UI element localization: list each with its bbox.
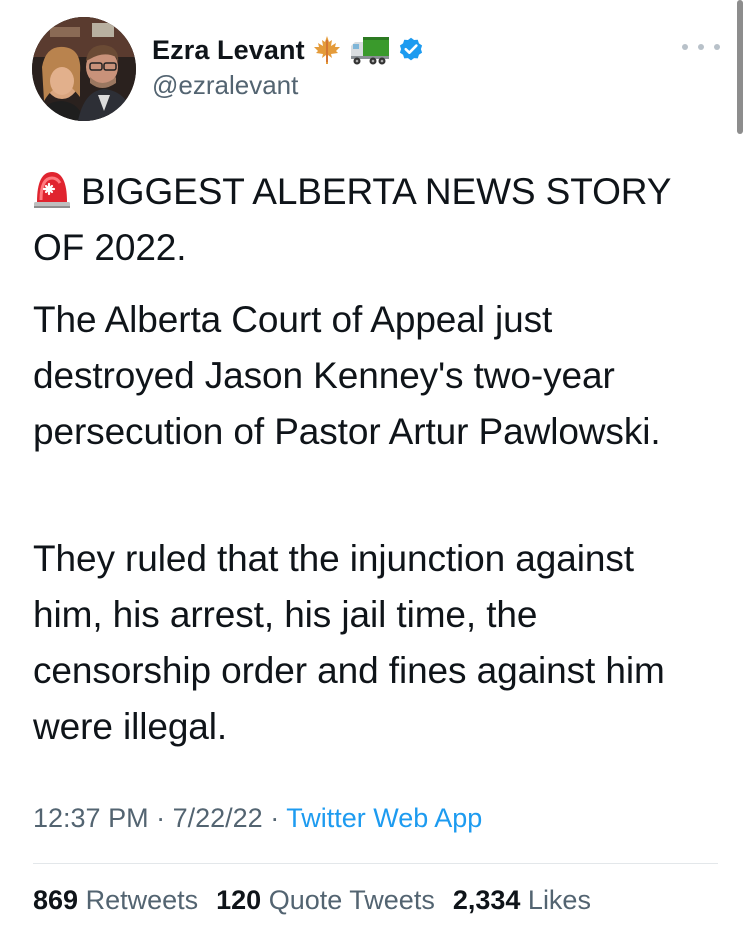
likes-label: Likes bbox=[527, 885, 591, 915]
tweet-detail: Ezra Levant @ezralevant BIGGEST ALBERTA … bbox=[0, 0, 750, 930]
tweet-date[interactable]: 7/22/22 bbox=[173, 803, 263, 833]
more-options-icon[interactable] bbox=[682, 34, 720, 60]
retweets-count: 869 bbox=[33, 885, 79, 915]
author-handle[interactable]: @ezralevant bbox=[152, 70, 298, 101]
quote-tweets-stat[interactable]: 120 Quote Tweets bbox=[216, 885, 435, 916]
quote-tweets-label: Quote Tweets bbox=[268, 885, 435, 915]
tweet-source-link[interactable]: Twitter Web App bbox=[286, 803, 482, 833]
quote-tweets-count: 120 bbox=[216, 885, 262, 915]
likes-count: 2,334 bbox=[452, 885, 521, 915]
meta-separator: · bbox=[156, 803, 166, 833]
tweet-paragraph-1: BIGGEST ALBERTA NEWS STORY OF 2022. bbox=[33, 164, 713, 276]
tweet-paragraph-1-text: BIGGEST ALBERTA NEWS STORY OF 2022. bbox=[33, 171, 671, 268]
likes-stat[interactable]: 2,334 Likes bbox=[453, 885, 591, 916]
tweet-time[interactable]: 12:37 PM bbox=[33, 803, 149, 833]
maple-leaf-icon bbox=[311, 34, 343, 66]
scrollbar[interactable] bbox=[737, 0, 743, 134]
truck-icon bbox=[349, 34, 391, 66]
siren-icon bbox=[33, 166, 71, 210]
more-dot bbox=[714, 44, 720, 50]
meta-separator: · bbox=[270, 803, 280, 833]
engagement-stats: 869 Retweets 120 Quote Tweets 2,334 Like… bbox=[33, 885, 591, 916]
author-name-row[interactable]: Ezra Levant bbox=[152, 30, 425, 70]
avatar[interactable] bbox=[32, 17, 136, 121]
more-dot bbox=[682, 44, 688, 50]
tweet-paragraph-2: The Alberta Court of Appeal just destroy… bbox=[33, 299, 661, 452]
tweet-metadata: 12:37 PM · 7/22/22 · Twitter Web App bbox=[33, 803, 482, 834]
retweets-label: Retweets bbox=[85, 885, 199, 915]
divider bbox=[33, 863, 718, 864]
tweet-paragraph-3: They ruled that the injunction against h… bbox=[33, 538, 665, 747]
author-display-name[interactable]: Ezra Levant bbox=[152, 35, 305, 66]
verified-badge-icon bbox=[397, 36, 425, 64]
avatar-photo bbox=[32, 17, 136, 121]
retweets-stat[interactable]: 869 Retweets bbox=[33, 885, 198, 916]
more-dot bbox=[698, 44, 704, 50]
